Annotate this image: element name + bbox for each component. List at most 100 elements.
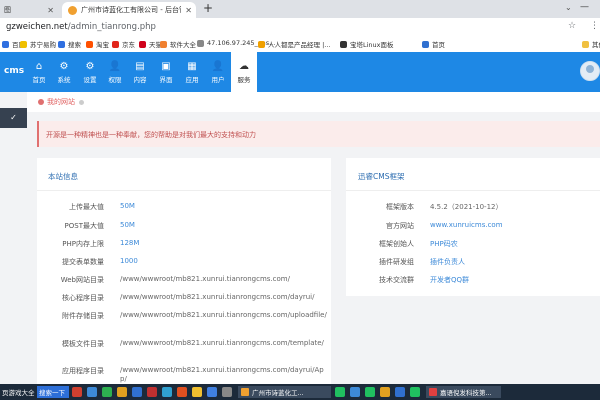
bookmark-item[interactable]: 搜索 (58, 39, 81, 49)
app-icon[interactable] (380, 387, 390, 397)
nav-item[interactable]: ☁ 服务 (231, 52, 257, 92)
wechat-icon[interactable] (365, 387, 375, 397)
app-icon[interactable] (222, 387, 232, 397)
nav-item[interactable]: ▣ 界面 (154, 52, 178, 92)
framework-link[interactable]: PHP码农 (430, 239, 458, 249)
app-icon[interactable] (350, 387, 360, 397)
tab-label: 广州市诗蓝化工有限公司 - 后台管理 (81, 6, 181, 14)
bookmark-favicon-icon (258, 40, 265, 48)
bookmark-label: 首页 (432, 41, 445, 49)
bookmark-favicon-icon (340, 40, 347, 48)
url-field[interactable]: gzweichen.net/admin_tianrong.php (6, 22, 156, 32)
tab-search-icon[interactable]: ⌄ (565, 3, 572, 12)
new-tab-button[interactable]: + (201, 2, 215, 16)
bookmark-favicon-icon (160, 40, 167, 48)
breadcrumb[interactable]: 我的网站 (38, 97, 84, 107)
bookmark-label: 京东 (122, 41, 135, 49)
bookmark-favicon-icon (139, 40, 146, 48)
taskbar-item-label: 嘉语倪发科技第... (440, 389, 492, 397)
nav-item[interactable]: ▤ 内容 (128, 52, 152, 92)
nav-item[interactable]: ⚙ 系统 (52, 52, 76, 92)
nav-label: 系统 (57, 75, 71, 84)
bookmark-item[interactable]: 淘宝 (86, 39, 109, 49)
info-label: POST最大值 (64, 222, 104, 230)
bookmark-item[interactable]: 人人都是产品经理 |... (258, 39, 330, 49)
bookmark-item[interactable]: 宝塔Linux面板 (340, 39, 394, 49)
framework-link[interactable]: 插件负责人 (430, 257, 465, 267)
logo[interactable]: cms (4, 66, 24, 76)
avatar[interactable] (580, 61, 600, 81)
bookmark-item[interactable]: 首页 (422, 39, 445, 49)
bookmark-item[interactable]: 京东 (112, 39, 135, 49)
tab-label: 图 (4, 6, 11, 14)
bookmark-favicon-icon (86, 40, 93, 48)
info-label: 附件存储目录 (62, 312, 104, 320)
minimize-icon[interactable]: — (580, 2, 589, 12)
left-sidebar (0, 92, 27, 384)
close-icon[interactable]: ✕ (47, 6, 54, 15)
bookmark-label: 人人都是产品经理 |... (268, 41, 331, 49)
framework-title: 迅睿CMS框架 (358, 172, 405, 181)
circle-icon (79, 99, 84, 105)
framework-link[interactable]: 开发者QQ群 (430, 275, 469, 285)
app-icon[interactable] (207, 387, 217, 397)
bookmark-item[interactable]: 其他书签 (582, 39, 600, 49)
nav-item[interactable]: ⚙ 设置 (78, 52, 102, 92)
framework-link[interactable]: www.xunruicms.com (430, 221, 503, 229)
nav-item[interactable]: ▦ 应用 (180, 52, 204, 92)
nav-icon: 👤 (108, 60, 122, 72)
app-icon[interactable] (72, 387, 82, 397)
nav-item[interactable]: 👤 权限 (103, 52, 127, 92)
app-icon[interactable] (87, 387, 97, 397)
bookmark-label: 宝塔Linux面板 (350, 41, 394, 49)
bookmark-item[interactable]: 软件大全 (160, 39, 196, 49)
browser-tab-active[interactable]: 广州市诗蓝化工有限公司 - 后台管理 ✕ (62, 2, 196, 18)
info-label: 核心程序目录 (62, 294, 104, 302)
favicon-icon (68, 5, 77, 15)
info-label: 应用程序目录 (62, 367, 104, 375)
bookmark-favicon-icon (197, 39, 204, 47)
app-icon[interactable] (410, 387, 420, 397)
taskbar-item-active[interactable]: 广州市诗蓝化工... (238, 386, 331, 398)
breadcrumb-label: 我的网站 (47, 98, 75, 106)
nav-label: 服务 (237, 75, 251, 84)
app-icon[interactable] (117, 387, 127, 397)
divider (37, 190, 331, 191)
notice-text: 开源是一种精神也是一种奉献，您的帮助是对我们最大的支持和动力 (46, 131, 256, 139)
app-icon[interactable] (177, 387, 187, 397)
nav-item[interactable]: ⌂ 首页 (27, 52, 51, 92)
site-info-title: 本站信息 (48, 172, 78, 181)
bookmark-favicon-icon (112, 40, 119, 48)
divider (346, 190, 600, 191)
close-icon[interactable]: ✕ (185, 6, 192, 15)
bookmark-favicon-icon (20, 40, 27, 48)
bookmark-item[interactable]: 天猫 (139, 39, 162, 49)
framework-label: 框架创始人 (379, 240, 414, 248)
info-label: 上传最大值 (69, 203, 104, 211)
bookmark-item[interactable]: 苏宁易购 (20, 39, 56, 49)
nav-label: 权限 (108, 75, 122, 84)
breadcrumb-bar (27, 92, 600, 112)
star-icon[interactable]: ☆ (568, 21, 576, 31)
nav-icon: ⚙ (85, 60, 95, 72)
app-icon[interactable] (147, 387, 157, 397)
taskbar-item[interactable]: 页游戏大全 (2, 386, 36, 398)
nav-icon: ⌂ (35, 60, 43, 72)
browser-tab-previous[interactable]: 图 ✕ (0, 2, 58, 18)
app-icon[interactable] (162, 387, 172, 397)
app-icon[interactable] (132, 387, 142, 397)
taskbar-search[interactable]: 搜索一下 (37, 386, 69, 398)
browser-icon (241, 388, 249, 396)
app-icon[interactable] (395, 387, 405, 397)
sidebar-toggle-icon[interactable]: ✓ (0, 108, 27, 128)
url-host: gzweichen.net (6, 22, 68, 32)
taskbar-item[interactable]: 嘉语倪发科技第... (426, 386, 501, 398)
folder-icon[interactable] (192, 387, 202, 397)
browser-menu-icon[interactable]: ⋮ (590, 21, 599, 31)
nav-label: 用户 (211, 75, 225, 84)
wechat-icon[interactable] (335, 387, 345, 397)
nav-item[interactable]: 👤 用户 (206, 52, 230, 92)
bookmark-favicon-icon (582, 40, 589, 48)
site-info-panel (37, 158, 331, 384)
app-icon[interactable] (102, 387, 112, 397)
